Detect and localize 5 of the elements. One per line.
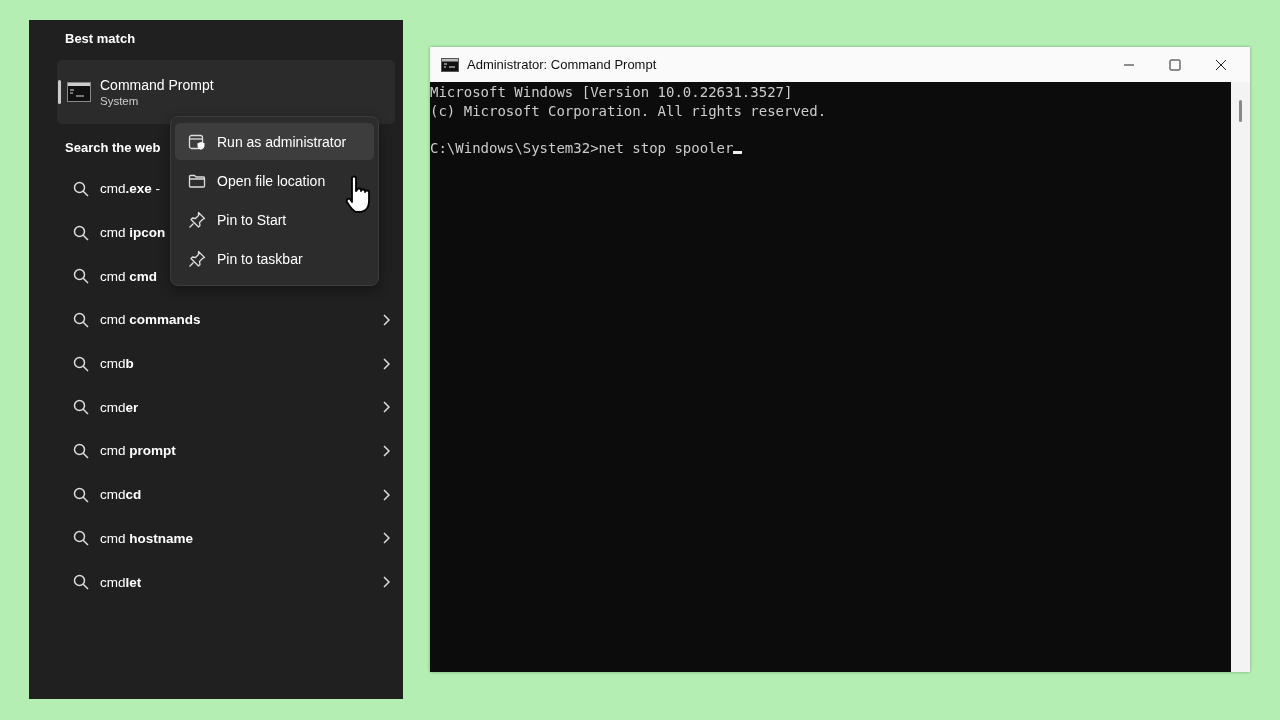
console-text: (c) Microsoft Corporation. All rights reserved. — [430, 101, 828, 120]
section-heading: Search the web — [65, 140, 161, 155]
console-text: Microsoft Windows [Version 10.0.22631.3527] — [430, 83, 794, 102]
section-heading: Best match — [65, 31, 136, 46]
window-title: Administrator: Command Prompt — [467, 57, 657, 72]
